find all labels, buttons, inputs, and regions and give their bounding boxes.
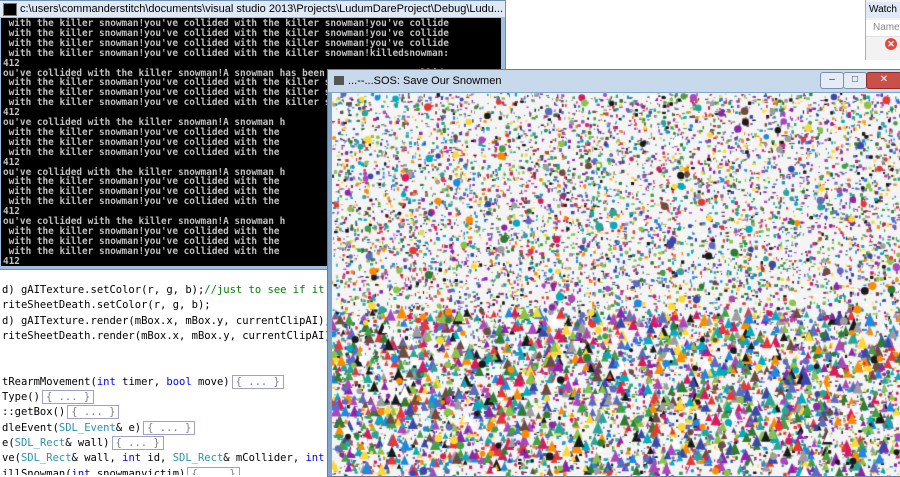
code-line: d) gAITexture.setColor(r, g, b);//just t… xyxy=(2,283,330,298)
code-token: SDL_Rect xyxy=(14,437,66,449)
close-button[interactable]: ✕ xyxy=(866,72,900,89)
code-line: illSnowman(int snowmanvictim){ ... } xyxy=(2,466,240,475)
code-token: //just to see if it holds xyxy=(204,284,325,296)
console-app-icon xyxy=(3,3,17,16)
code-token: snowmanvictim) xyxy=(90,467,186,475)
collapsed-region[interactable]: { ... } xyxy=(111,436,164,450)
code-token: SDL_Event xyxy=(58,421,116,434)
code-token: e( xyxy=(2,437,15,449)
code-token: riteSheetDeath.render(mBox.x, mBox.y, cu… xyxy=(2,329,330,342)
code-token: & mCollider, xyxy=(223,452,306,465)
code-token: bool xyxy=(166,375,192,388)
collapsed-region[interactable]: { ... } xyxy=(231,374,284,389)
console-titlebar[interactable]: c:\users\commanderstitch\documents\visua… xyxy=(0,1,505,17)
code-token: SDL_Rect xyxy=(20,452,72,465)
console-window-title: c:\users\commanderstitch\documents\visua… xyxy=(20,3,504,15)
code-line: Type(){ ... } xyxy=(2,390,95,405)
console-line: with the killer snowman!you've collided … xyxy=(3,47,449,59)
code-token: d) gAITexture.render(mBox.x, mBox.y, cur… xyxy=(2,314,330,327)
game-titlebar[interactable]: ...--...SOS: Save Our Snowmen – □ ✕ xyxy=(328,70,900,92)
code-token: ve( xyxy=(2,452,21,465)
collapsed-region[interactable]: { ... } xyxy=(67,405,120,420)
code-token: move) xyxy=(191,375,230,388)
error-icon: ✕ xyxy=(885,38,897,50)
collapsed-region[interactable]: { ... } xyxy=(41,390,95,405)
code-token: riteSheetDeath.setColor(r, g, b); xyxy=(2,299,211,312)
code-token: d) gAITexture.setColor(r, g, b); xyxy=(2,284,205,296)
collapsed-region[interactable]: { ... } xyxy=(143,420,196,435)
code-token: & wall) xyxy=(65,437,110,449)
code-line: riteSheetDeath.render(mBox.x, mBox.y, cu… xyxy=(2,329,330,344)
watch-name-column[interactable]: Name xyxy=(866,20,900,37)
code-line: ::getBox(){ ... } xyxy=(2,405,120,420)
code-token: int xyxy=(96,375,116,388)
game-window-title: ...--...SOS: Save Our Snowmen xyxy=(348,75,502,87)
game-viewport[interactable] xyxy=(332,93,900,476)
game-app-icon xyxy=(334,76,344,85)
code-token: illSnowman( xyxy=(2,467,72,475)
collapsed-region[interactable]: { ... } xyxy=(187,466,240,475)
game-window[interactable]: ...--...SOS: Save Our Snowmen – □ ✕ xyxy=(327,69,900,477)
code-token: SDL_Rect xyxy=(172,452,224,465)
code-line: e(SDL_Rect& wall){ ... } xyxy=(2,436,164,451)
code-token: & wall, xyxy=(71,452,123,465)
code-editor[interactable]: d) gAITexture.setColor(r, g, b);//just t… xyxy=(0,270,330,475)
code-token: dleEvent( xyxy=(2,421,59,434)
code-line: riteSheetDeath.setColor(r, g, b); xyxy=(2,298,211,313)
code-line: dleEvent(SDL_Event& e){ ... } xyxy=(2,420,196,436)
code-token: & e) xyxy=(115,421,142,434)
code-token: ::getBox() xyxy=(2,406,66,419)
code-token: id, xyxy=(141,452,173,465)
console-line: with the killer snowman!you've collided … xyxy=(3,245,280,257)
code-line: tRearmMovement(int timer, bool move){ ..… xyxy=(2,374,284,390)
console-line: with the killer snowman!you've collided … xyxy=(3,146,280,158)
code-token: int xyxy=(71,467,91,475)
maximize-button[interactable]: □ xyxy=(843,72,867,89)
minimize-button[interactable]: – xyxy=(820,72,844,89)
console-line: with the killer snowman!you've collided … xyxy=(3,196,280,208)
code-token: tRearmMovement( xyxy=(2,375,97,388)
code-token: int xyxy=(305,452,325,465)
watch-panel[interactable]: Watch 1 Name ✕ xyxy=(865,0,900,60)
code-line: ve(SDL_Rect& wall, int id, SDL_Rect& mCo… xyxy=(2,451,330,466)
code-line: d) gAITexture.render(mBox.x, mBox.y, cur… xyxy=(2,314,330,329)
code-token: int xyxy=(122,452,142,465)
code-token: Type() xyxy=(2,391,40,404)
code-token: timer, xyxy=(115,375,167,388)
watch-panel-title[interactable]: Watch 1 xyxy=(866,2,900,18)
console-line: 412 xyxy=(3,255,20,266)
